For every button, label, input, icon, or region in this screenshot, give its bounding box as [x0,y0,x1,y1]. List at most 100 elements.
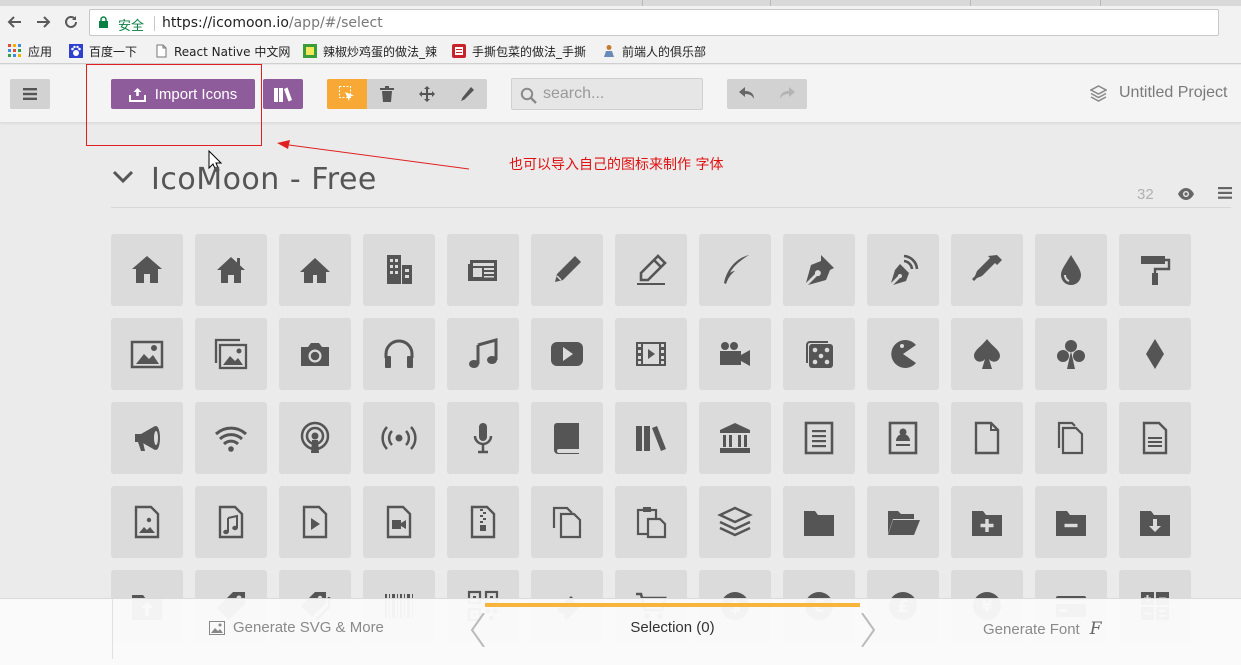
icon-tile[interactable] [111,318,183,390]
icon-tile[interactable] [363,402,435,474]
icon-tile[interactable] [615,318,687,390]
headphones-icon [384,339,414,368]
icon-tile[interactable] [699,318,771,390]
icon-tile[interactable] [615,402,687,474]
folder-plus-icon [972,511,1002,536]
icon-tile[interactable] [531,402,603,474]
set-title: IcoMoon - Free [151,162,377,197]
icon-tile[interactable] [531,486,603,558]
icon-tile[interactable] [867,234,939,306]
collapse-set-icon[interactable] [112,170,134,184]
icon-tile[interactable] [195,234,267,306]
bullhorn-icon [135,426,160,451]
icon-tile[interactable] [447,318,519,390]
icon-tile[interactable] [111,234,183,306]
icon-tile[interactable] [699,234,771,306]
selection-tab[interactable]: Selection (0) [485,599,860,659]
camera-icon [301,343,329,366]
icon-tile[interactable] [279,318,351,390]
icon-tile[interactable] [195,402,267,474]
icon-tile[interactable] [867,402,939,474]
icon-tile[interactable] [1119,486,1191,558]
newspaper-icon [468,260,497,281]
icon-tile[interactable] [867,486,939,558]
icon-tile[interactable] [1035,234,1107,306]
file-empty-icon [974,421,1000,455]
set-icon-count: 32 [1137,186,1154,203]
eye-icon[interactable] [1177,187,1195,201]
books-icon [636,426,666,451]
icon-tile[interactable] [783,402,855,474]
icon-tile[interactable] [531,318,603,390]
generate-svg-button[interactable]: Generate SVG & More [112,599,484,659]
icon-tile[interactable] [111,486,183,558]
spades-icon [974,339,1000,369]
icon-tile[interactable] [447,486,519,558]
icon-tile[interactable] [1035,486,1107,558]
image-icon [130,340,164,369]
icon-tile[interactable] [195,318,267,390]
icon-tile[interactable] [1035,318,1107,390]
folder-open-icon [888,511,920,535]
profile-icon [888,421,918,455]
icon-tile[interactable] [951,318,1023,390]
film-icon [636,342,666,366]
eyedropper-icon [972,255,1002,281]
blog-icon [891,254,919,285]
pencil-icon [555,256,581,282]
book-icon [554,423,579,454]
icon-tile[interactable] [699,402,771,474]
video-camera-icon [720,342,750,366]
icon-tile[interactable] [363,486,435,558]
icon-tile[interactable] [195,486,267,558]
play-icon [551,342,583,366]
paste-icon [636,507,667,539]
copy-icon [552,506,582,539]
folder-icon [804,511,834,536]
icon-tile[interactable] [1035,402,1107,474]
icon-tile[interactable] [783,318,855,390]
icon-tile[interactable] [783,486,855,558]
icon-tile[interactable] [699,486,771,558]
icon-tile[interactable] [279,234,351,306]
icon-tile[interactable] [363,234,435,306]
generate-svg-label: Generate SVG & More [233,619,384,636]
office-icon [387,255,412,284]
icon-tile[interactable] [615,234,687,306]
icon-tile[interactable] [951,402,1023,474]
library-icon [720,423,750,453]
folder-download-icon [1140,511,1170,536]
icon-tile[interactable] [531,234,603,306]
icon-tile[interactable] [447,234,519,306]
files-empty-icon [1057,421,1084,455]
icon-tile[interactable] [279,486,351,558]
icon-tile[interactable] [951,234,1023,306]
icon-tile[interactable] [951,486,1023,558]
droplet-icon [1061,255,1081,285]
file-text-icon [804,421,834,455]
chevron-left-icon [470,613,485,647]
set-menu-icon[interactable] [1218,187,1232,199]
diamonds-icon [1146,339,1164,369]
icon-tile[interactable] [1119,402,1191,474]
podcast-icon [300,421,330,453]
icon-tile[interactable] [615,486,687,558]
generate-svg-label-group: Generate SVG & More [209,619,384,636]
icon-tile[interactable] [279,402,351,474]
icon-tile[interactable] [783,234,855,306]
icon-tile[interactable] [363,318,435,390]
icon-tile[interactable] [447,402,519,474]
font-icon: F [1089,619,1102,639]
icon-tile[interactable] [111,402,183,474]
pen-icon [806,255,834,285]
generate-font-button[interactable]: Generate Font F [868,599,1230,659]
home-icon [132,256,162,283]
set-divider [111,207,1231,208]
icon-tile[interactable] [1119,234,1191,306]
pencil2-icon [637,254,667,285]
connection-icon [214,426,248,452]
clubs-icon [1057,340,1085,369]
folder-minus-icon [1056,511,1086,536]
icon-tile[interactable] [867,318,939,390]
icon-tile[interactable] [1119,318,1191,390]
